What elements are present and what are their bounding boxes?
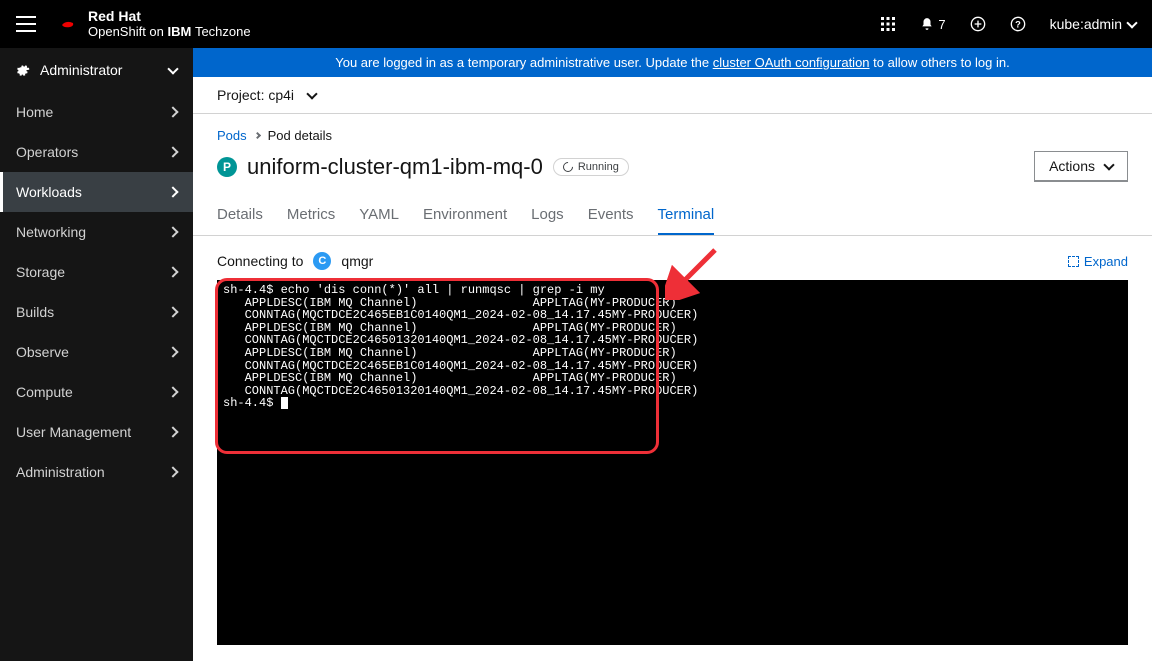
bell-icon (920, 17, 934, 31)
breadcrumb-current: Pod details (268, 128, 332, 143)
brand-main: Red Hat (88, 9, 251, 24)
chevron-right-icon (254, 132, 261, 139)
breadcrumb: Pods Pod details (217, 128, 1128, 143)
project-selector[interactable]: Project: cp4i (193, 77, 1152, 114)
chevron-right-icon (167, 466, 178, 477)
tab-logs[interactable]: Logs (531, 196, 564, 235)
container-name[interactable]: qmgr (341, 253, 373, 269)
chevron-right-icon (167, 346, 178, 357)
chevron-right-icon (167, 186, 178, 197)
expand-icon (1068, 256, 1079, 267)
plus-circle-icon (970, 16, 986, 32)
container-badge: C (313, 252, 331, 270)
sidebar-item-builds[interactable]: Builds (0, 292, 193, 332)
oauth-config-link[interactable]: cluster OAuth configuration (713, 55, 870, 70)
pod-resource-badge: P (217, 157, 237, 177)
tab-environment[interactable]: Environment (423, 196, 507, 235)
chevron-down-icon (167, 63, 178, 74)
chevron-down-icon (306, 88, 317, 99)
connecting-info: Connecting to C qmgr (217, 252, 373, 270)
perspective-switcher[interactable]: Administrator (0, 48, 193, 92)
terminal-header: Connecting to C qmgr Expand (217, 252, 1128, 270)
title-left: P uniform-cluster-qm1-ibm-mq-0 Running (217, 154, 629, 180)
info-banner: You are logged in as a temporary adminis… (193, 48, 1152, 77)
page-title: uniform-cluster-qm1-ibm-mq-0 (247, 154, 543, 180)
chevron-right-icon (167, 146, 178, 157)
add-button[interactable] (970, 16, 986, 32)
brand-sub: OpenShift on IBM Techzone (88, 25, 251, 39)
chevron-right-icon (167, 386, 178, 397)
sidebar-item-observe[interactable]: Observe (0, 332, 193, 372)
logo-area: Red Hat OpenShift on IBM Techzone (56, 9, 880, 39)
sidebar-item-operators[interactable]: Operators (0, 132, 193, 172)
sidebar-item-storage[interactable]: Storage (0, 252, 193, 292)
sidebar-item-compute[interactable]: Compute (0, 372, 193, 412)
tab-metrics[interactable]: Metrics (287, 196, 335, 235)
topbar-right: 7 ? kube:admin (880, 16, 1136, 32)
user-menu[interactable]: kube:admin (1050, 16, 1136, 32)
actions-dropdown[interactable]: Actions (1034, 151, 1128, 182)
sidebar-item-administration[interactable]: Administration (0, 452, 193, 492)
terminal-area: Connecting to C qmgr Expand sh-4.4$ echo… (193, 236, 1152, 661)
hamburger-menu-button[interactable] (16, 16, 36, 32)
chevron-right-icon (167, 106, 178, 117)
tab-events[interactable]: Events (588, 196, 634, 235)
chevron-right-icon (167, 426, 178, 437)
chevron-right-icon (167, 226, 178, 237)
tab-terminal[interactable]: Terminal (658, 196, 715, 235)
terminal-console[interactable]: sh-4.4$ echo 'dis conn(*)' all | runmqsc… (217, 280, 1128, 645)
sidebar-item-workloads[interactable]: Workloads (0, 172, 193, 212)
svg-text:?: ? (1015, 19, 1021, 29)
expand-button[interactable]: Expand (1068, 254, 1128, 269)
main-content: You are logged in as a temporary adminis… (193, 48, 1152, 661)
breadcrumb-pods-link[interactable]: Pods (217, 128, 247, 143)
terminal-cursor (281, 397, 288, 409)
perspective-label: Administrator (40, 62, 122, 78)
status-badge: Running (553, 158, 629, 176)
tab-details[interactable]: Details (217, 196, 263, 235)
notifications-button[interactable]: 7 (920, 17, 945, 32)
chevron-down-icon (1126, 17, 1137, 28)
tab-yaml[interactable]: YAML (359, 196, 399, 235)
question-circle-icon: ? (1010, 16, 1026, 32)
terminal-wrap: sh-4.4$ echo 'dis conn(*)' all | runmqsc… (217, 280, 1128, 645)
notif-count: 7 (938, 17, 945, 32)
tabs: Details Metrics YAML Environment Logs Ev… (193, 196, 1152, 236)
redhat-logo[interactable]: Red Hat OpenShift on IBM Techzone (56, 9, 251, 39)
gear-icon (16, 63, 30, 77)
brand-text: Red Hat OpenShift on IBM Techzone (88, 9, 251, 39)
apps-grid-icon[interactable] (880, 16, 896, 32)
username: kube:admin (1050, 16, 1122, 32)
topbar: Red Hat OpenShift on IBM Techzone 7 ? ku… (0, 0, 1152, 48)
chevron-down-icon (1103, 159, 1114, 170)
project-label: Project: cp4i (217, 87, 294, 103)
chevron-right-icon (167, 266, 178, 277)
help-button[interactable]: ? (1010, 16, 1026, 32)
sidebar-item-home[interactable]: Home (0, 92, 193, 132)
title-row: P uniform-cluster-qm1-ibm-mq-0 Running A… (217, 151, 1128, 182)
chevron-right-icon (167, 306, 178, 317)
sidebar-item-user-management[interactable]: User Management (0, 412, 193, 452)
sync-icon (561, 159, 575, 173)
sidebar: Administrator Home Operators Workloads N… (0, 48, 193, 661)
content-header: Pods Pod details P uniform-cluster-qm1-i… (193, 114, 1152, 196)
sidebar-item-networking[interactable]: Networking (0, 212, 193, 252)
redhat-icon (56, 12, 80, 36)
